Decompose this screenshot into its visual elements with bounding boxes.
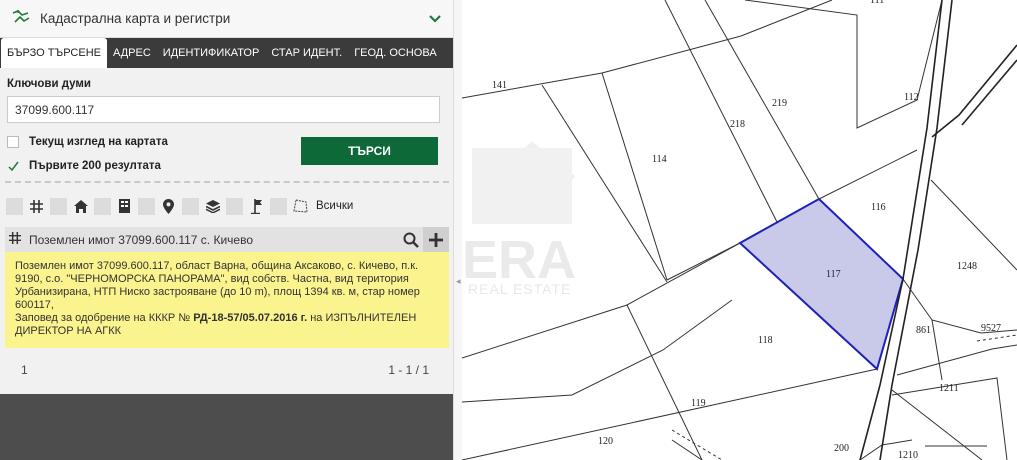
parcel-label: 119	[691, 398, 706, 409]
result-order: Заповед за одобрение на КККР № РД-18-57/…	[15, 312, 417, 337]
filter-all-label[interactable]: Всички	[316, 200, 353, 212]
keywords-label: Ключови думи	[7, 78, 92, 90]
watermark-logo	[472, 141, 576, 224]
search-panel: Кадастрална карта и регистри БЪРЗО ТЪРСЕ…	[0, 0, 453, 460]
filter-checkbox[interactable]	[50, 197, 67, 215]
parcel-label: 1210	[898, 450, 918, 460]
parcel-label: 111	[870, 0, 884, 6]
divider	[5, 181, 449, 183]
parcel-label: 1211	[939, 383, 959, 394]
parcel-label: 9527	[981, 323, 1001, 334]
panel-title: Кадастрална карта и регистри	[40, 11, 231, 26]
filter-checkbox[interactable]	[182, 197, 199, 215]
map-canvas: ERA REAL ESTATE 111 141 112 219 218 114 …	[462, 0, 1017, 460]
cadastral-map[interactable]: ERA REAL ESTATE 111 141 112 219 218 114 …	[462, 0, 1017, 460]
dashed-boundaries	[671, 334, 1017, 460]
zone-icon	[292, 198, 309, 215]
parcel-grid-icon	[5, 232, 23, 247]
results-range: 1 - 1 / 1	[388, 363, 429, 377]
page-number[interactable]: 1	[21, 363, 28, 377]
tab-geodetic-base[interactable]: ГЕОД. ОСНОВА	[348, 38, 442, 68]
parcel-label: 219	[772, 98, 787, 109]
result-item-header[interactable]: Поземлен имот 37099.600.117 с. Кичево	[5, 227, 449, 252]
result-type-filters: Всички	[6, 196, 353, 216]
zoom-to-icon[interactable]	[399, 227, 423, 252]
parcel-label: 117	[826, 269, 841, 280]
panel-splitter[interactable]: ◂	[453, 0, 462, 460]
watermark-subtext: REAL ESTATE	[468, 281, 571, 297]
filter-checkbox[interactable]	[138, 197, 155, 215]
search-button[interactable]: ТЪРСИ	[301, 137, 438, 165]
building-icon	[72, 198, 89, 215]
parcel-label: 218	[730, 119, 745, 130]
parcel-label: 120	[598, 436, 613, 447]
geodetic-point-icon	[248, 198, 265, 215]
panel-header[interactable]: Кадастрална карта и регистри	[0, 0, 453, 38]
parcel-label: 118	[758, 335, 773, 346]
cadastre-logo-icon	[12, 9, 40, 28]
parcel-grid-icon	[28, 198, 45, 215]
pagination: 1 1 - 1 / 1	[5, 356, 449, 384]
checkmark-icon	[7, 161, 19, 171]
filter-checkbox[interactable]	[226, 197, 243, 215]
current-view-checkbox[interactable]	[7, 136, 19, 148]
search-tabs: БЪРЗО ТЪРСЕНЕ АДРЕС ИДЕНТИФИКАТОР СТАР И…	[0, 38, 453, 68]
location-pin-icon	[160, 198, 177, 215]
result-description: Поземлен имот 37099.600.117, област Варн…	[15, 260, 420, 311]
apartment-icon	[116, 198, 133, 215]
chevron-down-icon[interactable]	[429, 12, 441, 26]
keywords-input[interactable]	[7, 96, 440, 123]
tab-quick-search[interactable]: БЪРЗО ТЪРСЕНЕ	[1, 38, 107, 68]
filter-checkbox[interactable]	[6, 197, 23, 215]
first200-checkbox[interactable]	[7, 160, 19, 172]
parcel-label: 112	[904, 92, 919, 103]
current-view-label: Текущ изглед на картата	[29, 136, 168, 148]
parcel-label: 200	[834, 443, 849, 454]
tab-identifier[interactable]: ИДЕНТИФИКАТОР	[157, 38, 266, 68]
add-icon[interactable]	[423, 227, 449, 252]
tab-address[interactable]: АДРЕС	[107, 38, 157, 68]
parcel-label: 141	[492, 80, 507, 91]
panel-footer	[0, 394, 453, 460]
parcel-label: 1248	[957, 261, 977, 272]
layers-icon	[204, 198, 221, 215]
parcel-label: 861	[916, 325, 931, 336]
order-number: РД-18-57/05.07.2016 г.	[193, 312, 308, 324]
collapse-arrow-icon[interactable]: ◂	[456, 276, 461, 287]
first200-label: Първите 200 резултата	[29, 160, 161, 172]
parcel-label: 116	[871, 202, 886, 213]
parcel-label: 114	[652, 154, 667, 165]
tab-old-identifier[interactable]: СТАР ИДЕНТ.	[265, 38, 348, 68]
result-title: Поземлен имот 37099.600.117 с. Кичево	[29, 232, 254, 247]
result-details: Поземлен имот 37099.600.117, област Варн…	[5, 252, 449, 348]
filter-checkbox[interactable]	[94, 197, 111, 215]
filter-checkbox[interactable]	[270, 197, 287, 215]
